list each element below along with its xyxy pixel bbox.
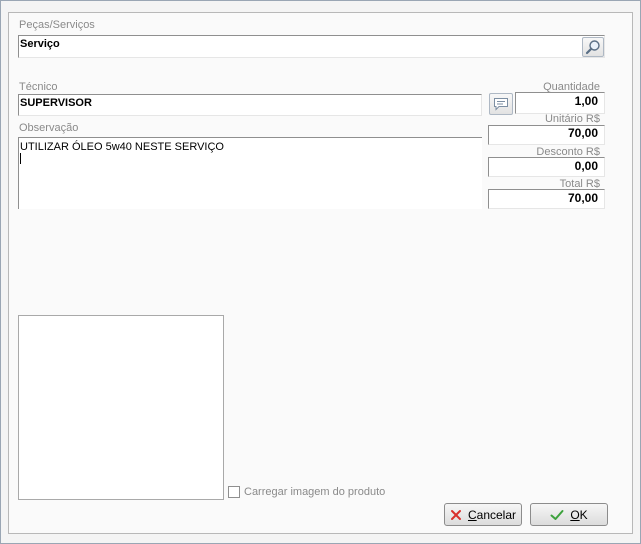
x-icon [450, 509, 461, 520]
unitario-label: Unitário R$ [544, 113, 600, 125]
quantidade-value: 1,00 [574, 94, 598, 108]
tecnico-comment-button[interactable] [489, 93, 513, 115]
pecas-search-button[interactable] [582, 37, 604, 57]
load-image-checkbox[interactable] [228, 486, 240, 498]
unitario-value: 70,00 [567, 126, 598, 140]
load-image-label: Carregar imagem do produto [244, 486, 386, 498]
pecas-value: Serviço [20, 38, 60, 50]
pecas-label: Peças/Serviços [19, 19, 95, 31]
product-image-box [18, 315, 224, 500]
quantidade-field[interactable]: 1,00 [515, 92, 605, 114]
comment-icon [494, 98, 508, 111]
unitario-field[interactable]: 70,00 [488, 125, 605, 145]
observacao-textarea[interactable]: UTILIZAR ÓLEO 5w40 NESTE SERVIÇO [18, 137, 482, 209]
observacao-label: Observação [19, 122, 79, 134]
cancel-button[interactable]: Cancelar [444, 503, 522, 526]
text-caret [20, 153, 21, 164]
total-field[interactable]: 70,00 [488, 189, 605, 209]
desconto-value: 0,00 [574, 159, 598, 173]
ok-button[interactable]: OK [530, 503, 608, 526]
total-value: 70,00 [567, 191, 598, 205]
ok-button-label: OK [570, 507, 588, 522]
cancel-button-label: Cancelar [467, 507, 517, 522]
tecnico-field[interactable]: SUPERVISOR [18, 94, 482, 116]
desconto-field[interactable]: 0,00 [488, 157, 605, 177]
tecnico-label: Técnico [19, 81, 58, 93]
check-icon [550, 509, 564, 520]
magnifier-icon [585, 40, 600, 55]
tecnico-value: SUPERVISOR [20, 97, 92, 109]
observacao-value: UTILIZAR ÓLEO 5w40 NESTE SERVIÇO [20, 141, 224, 153]
pecas-field[interactable]: Serviço [18, 35, 605, 58]
